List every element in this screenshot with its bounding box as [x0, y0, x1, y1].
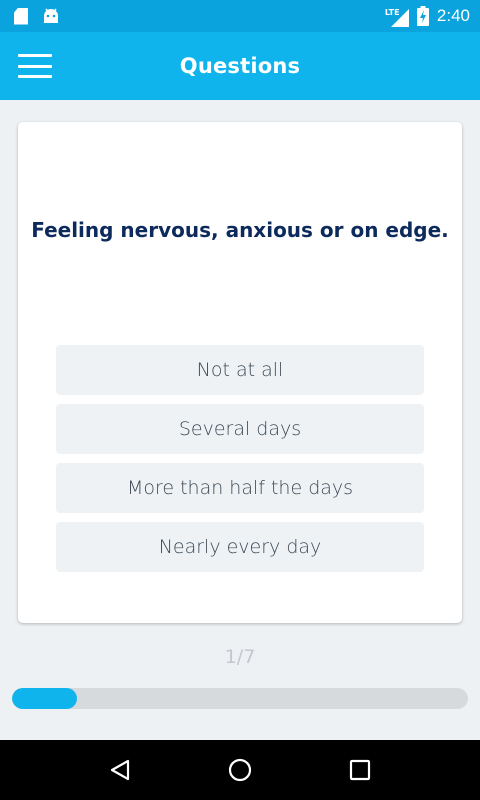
option-nearly-every-day[interactable]: Nearly every day — [56, 522, 424, 572]
menu-line — [18, 75, 52, 78]
status-time: 2:40 — [436, 6, 470, 25]
option-more-than-half[interactable]: More than half the days — [56, 463, 424, 513]
status-left — [14, 7, 60, 25]
back-icon[interactable] — [100, 750, 140, 790]
android-icon — [44, 8, 58, 23]
option-several-days[interactable]: Several days — [56, 404, 424, 454]
hamburger-menu-icon[interactable] — [18, 54, 52, 78]
menu-line — [18, 64, 52, 68]
menu-line — [18, 54, 52, 57]
page-title: Questions — [179, 54, 301, 78]
option-not-at-all[interactable]: Not at all — [56, 345, 424, 395]
home-icon[interactable] — [220, 750, 260, 790]
answer-options: Not at all Several days More than half t… — [56, 345, 424, 581]
progress-fill — [12, 688, 78, 709]
sd-card-icon — [14, 7, 28, 25]
signal-icon: LTE — [385, 5, 409, 27]
recents-icon[interactable] — [340, 750, 380, 790]
question-card: Feeling nervous, anxious or on edge. Not… — [18, 122, 462, 623]
battery-charging-icon — [416, 6, 429, 26]
app-bar: Questions — [0, 32, 480, 100]
status-bar: LTE 2:40 — [0, 0, 480, 32]
progress-bar — [12, 688, 468, 709]
question-counter: 1/7 — [224, 646, 256, 668]
status-right: LTE 2:40 — [385, 5, 470, 27]
question-text: Feeling nervous, anxious or on edge. — [31, 218, 449, 242]
system-nav-bar — [0, 740, 480, 800]
